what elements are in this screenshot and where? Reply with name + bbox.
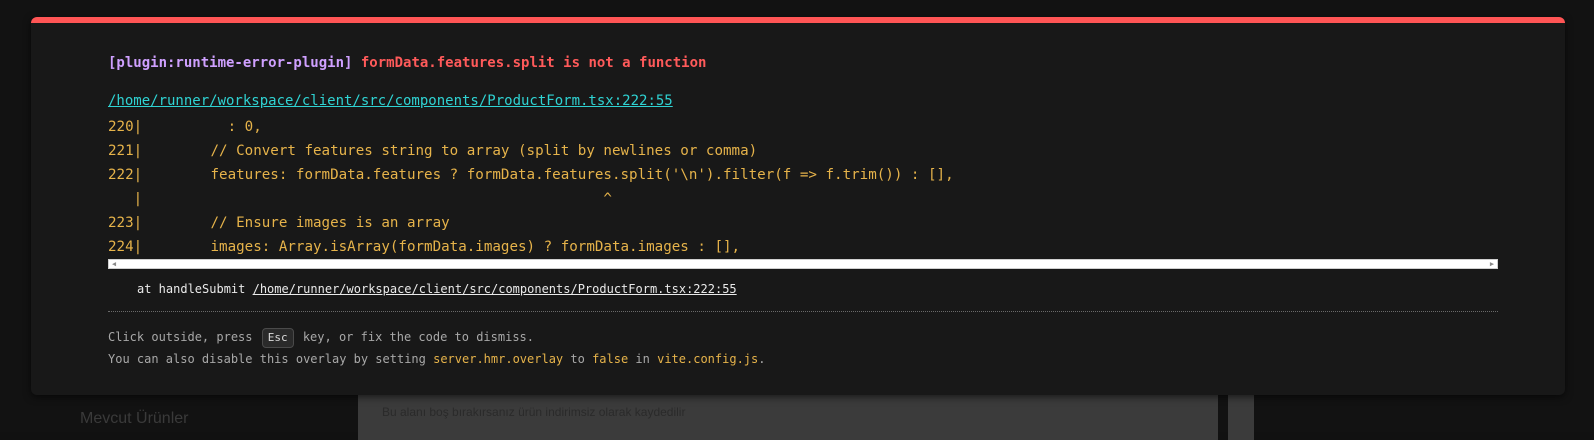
error-overlay: [plugin:runtime-error-plugin] formData.f… bbox=[31, 17, 1565, 395]
code-frame[interactable]: 220| : 0, 221| // Convert features strin… bbox=[108, 115, 1498, 261]
config-key: server.hmr.overlay bbox=[433, 352, 564, 366]
tip-text: to bbox=[563, 352, 593, 366]
tip-text: key, or fix the code to dismiss. bbox=[295, 330, 535, 344]
code-line: 222| features: formData.features ? formD… bbox=[108, 167, 954, 183]
config-value: false bbox=[592, 352, 629, 366]
config-file: vite.config.js bbox=[657, 352, 759, 366]
code-line: 220| : 0, bbox=[108, 119, 262, 135]
tip-text: . bbox=[758, 352, 766, 366]
esc-key: Esc bbox=[261, 328, 294, 348]
tip-text: in bbox=[628, 352, 658, 366]
code-line: 223| // Ensure images is an array bbox=[108, 215, 450, 231]
stack-file-link[interactable]: /home/runner/workspace/client/src/compon… bbox=[253, 282, 737, 296]
divider bbox=[108, 311, 1498, 312]
code-line: 224| images: Array.isArray(formData.imag… bbox=[108, 239, 741, 255]
dismiss-tip: Click outside, press Esc key, or fix the… bbox=[108, 328, 534, 348]
stack-prefix: at handleSubmit bbox=[137, 282, 253, 296]
discount-hint: Bu alanı boş bırakırsanız ürün indirimsi… bbox=[382, 405, 686, 419]
code-line-caret: | ^ bbox=[108, 191, 612, 207]
code-line: 221| // Convert features string to array… bbox=[108, 143, 758, 159]
error-text: formData.features.split is not a functio… bbox=[360, 55, 707, 71]
existing-products-heading: Mevcut Ürünler bbox=[80, 410, 189, 427]
scroll-right-arrow-icon[interactable]: ▶ bbox=[1487, 260, 1497, 268]
plugin-name: [plugin:runtime-error-plugin] bbox=[108, 55, 353, 71]
error-file-link[interactable]: /home/runner/workspace/client/src/compon… bbox=[108, 93, 673, 109]
disable-overlay-tip: You can also disable this overlay by set… bbox=[108, 352, 765, 366]
stack-trace: at handleSubmit /home/runner/workspace/c… bbox=[137, 282, 737, 296]
scroll-left-arrow-icon[interactable]: ◀ bbox=[109, 260, 119, 268]
tip-text: You can also disable this overlay by set… bbox=[108, 352, 434, 366]
error-message: [plugin:runtime-error-plugin] formData.f… bbox=[108, 55, 706, 71]
tip-text: Click outside, press bbox=[108, 330, 260, 344]
horizontal-scrollbar[interactable]: ◀ ▶ bbox=[108, 259, 1498, 269]
